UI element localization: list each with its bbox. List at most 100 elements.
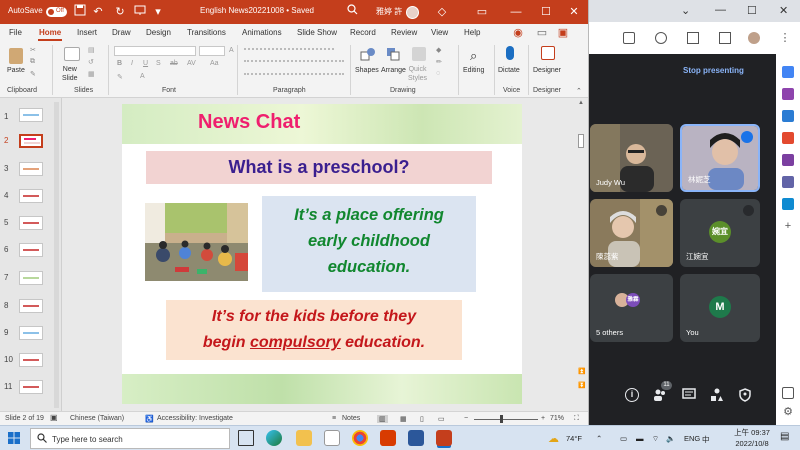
definition-box[interactable]: It’s a place offering early childhood ed… (262, 196, 476, 292)
record-icon[interactable]: ◉ (510, 25, 526, 41)
minimize-icon[interactable]: — (508, 4, 524, 20)
zoom-level[interactable]: 71% (550, 415, 564, 422)
file-explorer-icon[interactable] (296, 430, 312, 446)
next-slide-icon[interactable]: ⏬ (578, 382, 585, 389)
bold-icon[interactable]: B (117, 60, 122, 67)
maximize-icon[interactable]: ☐ (538, 4, 554, 20)
clock[interactable]: 上午 09:37 2022/10/8 (730, 427, 774, 449)
dictate-button[interactable]: Dictate (498, 67, 520, 74)
designer-icon[interactable] (541, 46, 555, 60)
close-icon[interactable]: ✕ (566, 4, 582, 20)
shape-outline-icon[interactable]: ✏ (436, 58, 442, 66)
zoom-slider-thumb[interactable] (500, 415, 503, 423)
wifi-icon[interactable]: ⌔ (652, 434, 659, 444)
participant-tile[interactable]: 陳蕊紫 (590, 199, 673, 267)
collapse-ribbon-icon[interactable]: ⌃ (576, 87, 582, 95)
tab-help[interactable]: Help (464, 28, 480, 37)
font-name-dropdown[interactable] (114, 46, 196, 56)
activities-icon[interactable] (710, 388, 724, 402)
font-size-dropdown[interactable] (199, 46, 225, 56)
tab-home[interactable]: Home (39, 28, 61, 37)
direction-buttons[interactable] (244, 60, 344, 69)
format-painter-icon[interactable]: ✎ (30, 70, 36, 78)
microphone-icon[interactable] (506, 46, 514, 60)
camera-icon[interactable] (623, 32, 635, 44)
classroom-photo[interactable] (145, 203, 248, 281)
slide-sorter-icon[interactable]: ▦ (400, 415, 407, 423)
undo-icon[interactable]: ↶ (90, 4, 106, 20)
highlight-icon[interactable]: ✎ (117, 73, 123, 81)
normal-view-icon[interactable]: ▥ (377, 415, 388, 423)
new-slide-icon[interactable] (64, 47, 80, 61)
powerpoint-icon[interactable] (436, 430, 452, 446)
screenshot-icon[interactable] (782, 387, 794, 399)
slide-canvas[interactable]: News Chat What is a preschool? It’s a pl… (122, 104, 522, 404)
tab-insert[interactable]: Insert (77, 28, 97, 37)
slide-thumbnail[interactable] (19, 216, 43, 230)
notes-icon[interactable]: ≡ (332, 415, 336, 422)
app-extension-icon[interactable] (782, 88, 794, 100)
spellcheck-icon[interactable]: ▣ (50, 413, 58, 422)
slide-thumbnail[interactable] (19, 380, 43, 394)
list-buttons[interactable] (244, 48, 334, 57)
chat-icon[interactable] (682, 388, 696, 402)
tray-overflow-icon[interactable]: ⌃ (596, 434, 602, 443)
align-buttons[interactable] (244, 73, 344, 82)
zoom-in-icon[interactable]: + (541, 415, 545, 422)
outlook-icon[interactable] (782, 110, 794, 122)
paste-icon[interactable] (9, 48, 23, 64)
diamond-icon[interactable]: ◇ (434, 4, 450, 20)
present-icon[interactable] (132, 4, 148, 20)
cut-icon[interactable]: ✂ (30, 46, 36, 54)
tab-design[interactable]: Design (146, 28, 171, 37)
user-avatar[interactable] (406, 6, 419, 19)
language-status[interactable]: Chinese (Taiwan) (70, 415, 124, 422)
shape-fill-icon[interactable]: ◆ (436, 46, 441, 54)
present-share-icon[interactable]: ▣ (555, 25, 571, 41)
volume-icon[interactable]: 🔈 (666, 434, 675, 443)
accessibility-status[interactable]: Accessibility: Investigate (157, 415, 233, 422)
shapes-button[interactable]: Shapes (355, 67, 379, 74)
tab-transitions[interactable]: Transitions (187, 28, 226, 37)
layout-icon[interactable]: ▤ (88, 46, 95, 54)
browser-maximize-icon[interactable]: ☐ (747, 4, 757, 17)
search-extension-icon[interactable] (782, 66, 794, 78)
prev-slide-icon[interactable]: ⏫ (578, 368, 585, 375)
tab-review[interactable]: Review (391, 28, 417, 37)
slideshow-view-icon[interactable]: ▭ (438, 415, 445, 423)
notes-button[interactable]: Notes (342, 415, 360, 422)
tab-view[interactable]: View (431, 28, 448, 37)
underline-icon[interactable]: U (143, 60, 148, 67)
more-icon[interactable]: ⋮ (779, 32, 791, 44)
self-tile[interactable]: M You (680, 274, 760, 342)
word-icon[interactable] (408, 430, 424, 446)
italic-icon[interactable]: I (131, 60, 133, 67)
quick-styles-button[interactable]: Quick Styles (408, 65, 427, 83)
browser-close-icon[interactable]: ✕ (779, 4, 788, 17)
fit-to-window-icon[interactable]: ⛶ (574, 415, 579, 423)
participant-tile[interactable]: Judy Wu (590, 124, 673, 192)
notifications-icon[interactable]: ▤ (780, 431, 789, 442)
participant-tile[interactable]: 婉宜 江婉宜 (680, 199, 760, 267)
location-icon[interactable] (655, 32, 667, 44)
slide-thumbnail[interactable] (19, 162, 43, 176)
font-color-icon[interactable]: A (140, 73, 145, 80)
designer-button[interactable]: Designer (533, 67, 561, 74)
ribbon-options-icon[interactable]: ▭ (474, 4, 490, 20)
participant-tile-speaking[interactable]: 林妮芝 (680, 124, 760, 192)
comments-icon[interactable]: ▭ (534, 25, 550, 41)
input-language[interactable]: ENG (684, 434, 700, 443)
tab-file[interactable]: File (9, 28, 22, 37)
tab-draw[interactable]: Draw (112, 28, 131, 37)
slide-thumbnail[interactable] (19, 189, 43, 203)
redo-icon[interactable]: ↻ (112, 4, 128, 20)
slide-scrollbar[interactable]: ▲ ⏫ ⏬ (577, 100, 585, 400)
host-controls-icon[interactable] (738, 388, 752, 402)
browser-minimize-icon[interactable]: — (715, 4, 726, 16)
thumbnail-scrollbar[interactable] (54, 102, 59, 408)
edge-icon[interactable] (266, 430, 282, 446)
tab-record[interactable]: Record (350, 28, 376, 37)
task-view-icon[interactable] (238, 430, 254, 446)
spacing-icon[interactable]: AV (187, 60, 196, 67)
arrange-button[interactable]: Arrange (381, 67, 406, 74)
